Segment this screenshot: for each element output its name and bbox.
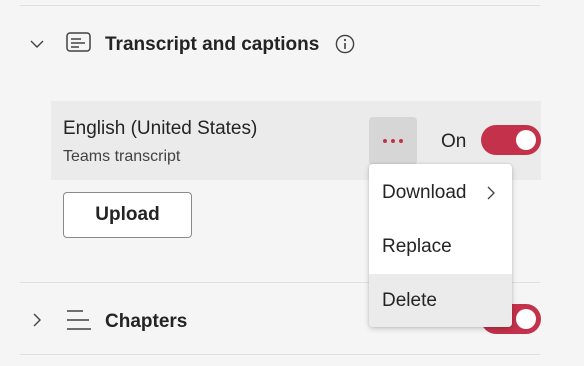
menu-item-delete[interactable]: Delete	[369, 274, 512, 327]
transcript-icon	[66, 32, 91, 52]
more-options-button[interactable]	[369, 117, 417, 165]
menu-item-label: Download	[382, 182, 467, 203]
upload-button[interactable]: Upload	[63, 192, 192, 238]
more-horizontal-icon	[383, 139, 387, 143]
transcript-language: English (United States)	[63, 118, 258, 139]
more-options-menu: Download Replace Delete	[369, 164, 512, 327]
transcript-toggle[interactable]	[481, 125, 541, 155]
menu-item-download[interactable]: Download	[369, 166, 512, 220]
chevron-right-icon[interactable]	[29, 312, 45, 328]
transcript-section-title: Transcript and captions	[105, 34, 320, 55]
chapters-section-title: Chapters	[105, 311, 188, 332]
transcript-section-header[interactable]: Transcript and captions	[0, 24, 584, 64]
chevron-right-icon	[487, 186, 495, 200]
toggle-knob	[516, 130, 536, 150]
menu-item-label: Delete	[382, 290, 437, 311]
bottom-divider	[20, 354, 540, 355]
toggle-knob	[516, 309, 536, 329]
page: Transcript and captions English (United …	[0, 0, 584, 366]
menu-item-label: Replace	[382, 236, 452, 257]
chapters-icon	[67, 310, 91, 330]
transcript-source: Teams transcript	[63, 148, 181, 165]
transcript-toggle-label: On	[441, 131, 467, 152]
top-divider	[20, 5, 540, 6]
menu-item-replace[interactable]: Replace	[369, 220, 512, 274]
info-icon[interactable]	[335, 34, 355, 54]
chevron-down-icon[interactable]	[29, 36, 45, 52]
